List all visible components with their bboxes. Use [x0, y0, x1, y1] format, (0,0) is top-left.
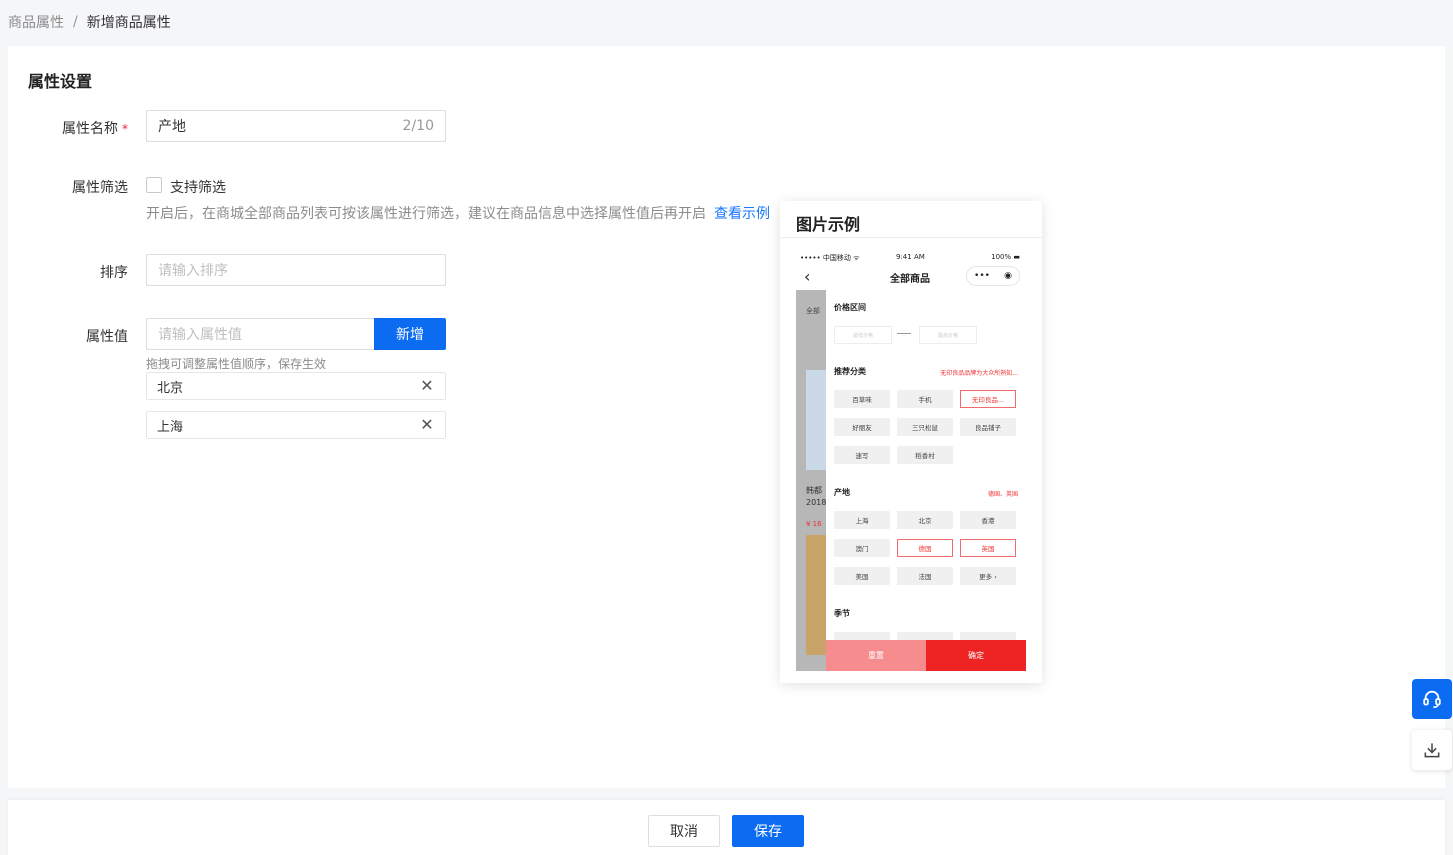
sort-input[interactable]: 请输入排序	[146, 254, 446, 286]
bg-text: 韩都 2018	[806, 486, 827, 507]
chip-selected: 英国	[960, 539, 1016, 557]
chip: 更多 ›	[960, 567, 1016, 585]
origin-selected: 德国、英国	[987, 491, 1018, 498]
download-icon	[1424, 743, 1440, 758]
status-carrier: ••••• 中国移动 ᯤ	[800, 254, 860, 262]
value-item[interactable]: 北京 ✕	[146, 372, 446, 400]
save-button[interactable]: 保存	[732, 815, 804, 847]
values-label: 属性值	[86, 329, 128, 345]
name-label-text: 属性名称	[62, 121, 118, 137]
filter-actions: 重置 确定	[826, 640, 1026, 671]
value-input[interactable]: 请输入属性值	[146, 318, 375, 350]
bg-price: ¥ 16	[806, 520, 822, 528]
section-title: 属性设置	[28, 72, 93, 91]
category-selected: 无印良品品牌为大众所熟知...	[940, 370, 1018, 377]
chip: 香港	[960, 511, 1016, 529]
background-list: 全部 韩都 2018 ¥ 16	[796, 290, 826, 671]
value-item[interactable]: 上海 ✕	[146, 411, 446, 439]
confirm-button: 确定	[926, 640, 1026, 671]
name-label: 属性名称 *	[8, 118, 128, 138]
filter-checkbox[interactable]	[146, 177, 162, 193]
chip	[897, 632, 953, 640]
chip: 百草味	[834, 390, 890, 408]
breadcrumb-parent[interactable]: 商品属性	[8, 12, 64, 32]
bg-product-image	[806, 370, 826, 470]
chip: 速写	[834, 446, 890, 464]
price-min: 最低价格	[834, 326, 892, 344]
chip	[960, 632, 1016, 640]
filter-label: 属性筛选	[72, 180, 128, 196]
price-dash	[897, 333, 911, 334]
back-icon: ‹	[804, 267, 811, 286]
close-icon[interactable]: ✕	[419, 417, 435, 433]
target-icon: ◉	[1004, 271, 1012, 281]
name-input[interactable]: 产地 2/10	[146, 110, 446, 142]
breadcrumb-separator: /	[73, 14, 78, 30]
chip: 稻香村	[897, 446, 953, 464]
price-max: 最高价格	[919, 326, 977, 344]
filter-panel: 价格区间 最低价格 最高价格 推荐分类 无印良品品牌为大众所熟知... 百草味 …	[826, 290, 1026, 671]
chip: 良品铺子	[960, 418, 1016, 436]
phone-nav-title: 全部商品	[890, 274, 930, 285]
customer-service-button[interactable]	[1412, 679, 1452, 719]
footer-bar: 取消 保存	[8, 800, 1445, 855]
capsule-menu: ••• ◉	[966, 266, 1020, 286]
name-input-value: 产地	[158, 119, 186, 135]
form-card: 属性设置 属性名称 * 产地 2/10 属性筛选 支持筛选 开启后，在商城全部商品…	[8, 46, 1445, 788]
chip: 好丽友	[834, 418, 890, 436]
bg-product-image	[806, 535, 826, 655]
filter-help: 开启后，在商城全部商品列表可按该属性进行筛选，建议在商品信息中选择属性值后再开启…	[146, 203, 770, 223]
headset-icon	[1423, 690, 1441, 709]
chip: 北京	[897, 511, 953, 529]
values-hint: 拖拽可调整属性值顺序，保存生效	[146, 357, 327, 371]
phone-nav-bar: ‹ 全部商品 ••• ◉	[796, 265, 1026, 289]
chip: 三只松鼠	[897, 418, 953, 436]
status-time: 9:41 AM	[896, 253, 925, 261]
example-popup: 图片示例 ••••• 中国移动 ᯤ 9:41 AM 100% ▬ ‹ 全部商品 …	[780, 201, 1042, 683]
more-icon: •••	[974, 271, 990, 281]
value-item-text: 北京	[157, 380, 184, 396]
chip-selected: 德国	[897, 539, 953, 557]
required-mark: *	[122, 122, 128, 136]
filter-checkbox-label[interactable]: 支持筛选	[170, 177, 226, 197]
sort-label: 排序	[100, 265, 128, 281]
season-label: 季节	[834, 609, 850, 618]
cancel-button[interactable]: 取消	[648, 815, 720, 847]
close-icon[interactable]: ✕	[419, 378, 435, 394]
reset-button: 重置	[826, 640, 926, 671]
popup-title: 图片示例	[796, 215, 861, 234]
chip-selected: 无印良品...	[960, 390, 1016, 408]
price-label: 价格区间	[834, 303, 866, 312]
popup-divider	[780, 237, 1042, 238]
breadcrumb-current: 新增商品属性	[86, 15, 171, 31]
origin-label: 产地	[834, 488, 850, 497]
chip: 法国	[897, 567, 953, 585]
breadcrumb: 商品属性 / 新增商品属性	[8, 12, 171, 32]
chip: 上海	[834, 511, 890, 529]
chip: 澳门	[834, 539, 890, 557]
value-item-text: 上海	[157, 419, 184, 435]
bg-text: 全部	[806, 307, 820, 315]
category-label: 推荐分类	[834, 367, 866, 376]
status-battery: 100% ▬	[991, 253, 1020, 261]
add-value-button[interactable]: 新增	[374, 318, 446, 350]
status-bar: ••••• 中国移动 ᯤ 9:41 AM 100% ▬	[796, 253, 1026, 263]
filter-help-text: 开启后，在商城全部商品列表可按该属性进行筛选，建议在商品信息中选择属性值后再开启	[146, 206, 706, 222]
download-button[interactable]	[1412, 730, 1452, 770]
chip: 手机	[897, 390, 953, 408]
view-example-link[interactable]: 查看示例	[714, 206, 770, 222]
example-image: ••••• 中国移动 ᯤ 9:41 AM 100% ▬ ‹ 全部商品 ••• ◉…	[796, 245, 1026, 671]
chip	[834, 632, 890, 640]
chip: 美国	[834, 567, 890, 585]
name-counter: 2/10	[402, 118, 434, 134]
